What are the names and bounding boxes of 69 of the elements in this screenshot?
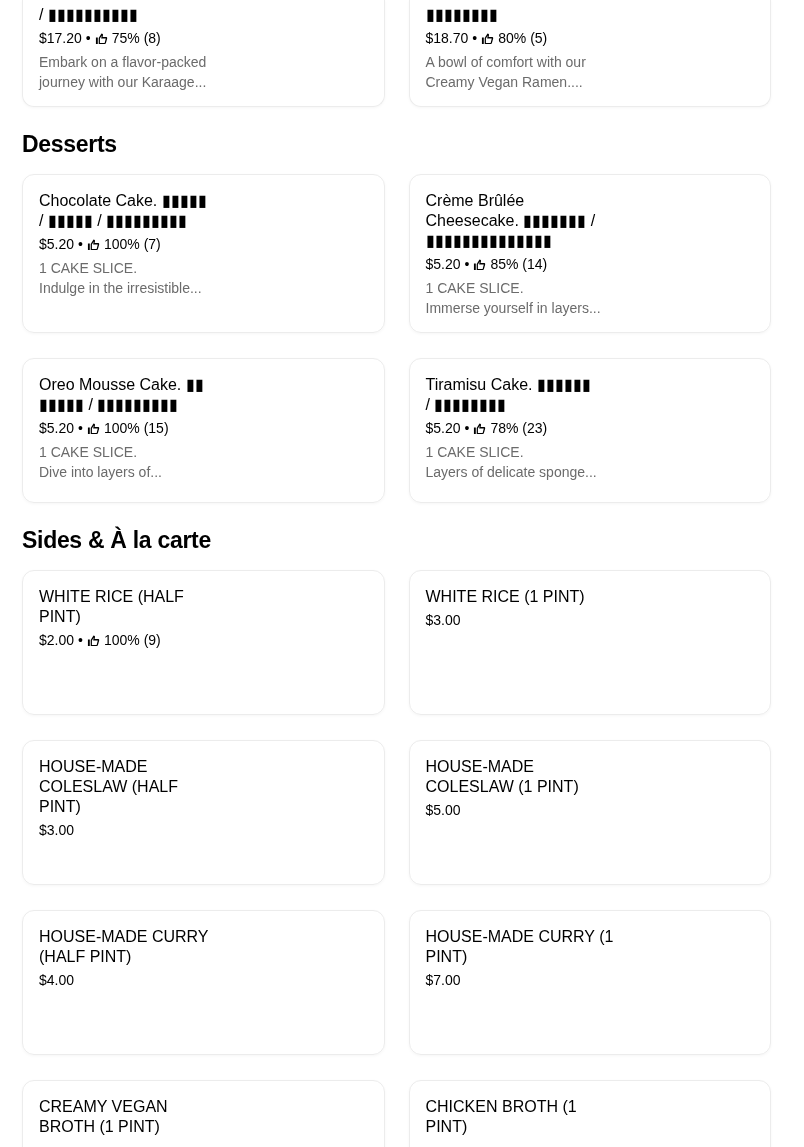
thumbs-up-icon: [86, 237, 100, 251]
menu-item-card[interactable]: Crème Brûlée Cheesecake. ▮▮▮▮▮▮▮ / ▮▮▮▮▮▮▮▮▮▮▮▮▮▮ $5.20 • 85% (14) 1 CAKE SLICE. Immerse yourself in layers...: [408, 174, 771, 333]
thumbs-up-icon: [94, 31, 108, 45]
menu-item-card[interactable]: HOUSE-MADE CURRY (HALF PINT) $4.00: [22, 910, 385, 1055]
menu-item-card[interactable]: WHITE RICE (1 PINT) $3.00: [408, 570, 771, 715]
menu-item-card[interactable]: CHICKEN BROTH (1 PINT): [408, 1080, 771, 1147]
item-title: HOUSE-MADE CURRY (1 PINT): [425, 927, 615, 967]
separator-dot: •: [464, 255, 470, 274]
separator-dot: •: [78, 235, 83, 254]
item-title: CHICKEN BROTH (1 PINT): [425, 1097, 578, 1137]
item-price: $5.20: [39, 419, 75, 438]
item-rating: 85% (14): [490, 255, 548, 274]
menu-item-card[interactable]: / ▮▮▮▮▮▮▮▮▮▮ $17.20 • 75% (8) Embark on a flavor-packed journey with our Karaage...: [22, 0, 385, 107]
menu-item-card[interactable]: HOUSE-MADE COLESLAW (HALF PINT) $3.00: [22, 740, 385, 885]
item-title: Crème Brûlée Cheesecake. ▮▮▮▮▮▮▮ / ▮▮▮▮▮▮▮▮▮▮▮▮▮▮: [425, 191, 597, 251]
item-title: CREAMY VEGAN BROTH (1 PINT): [39, 1097, 169, 1137]
item-title: HOUSE-MADE COLESLAW (1 PINT): [425, 757, 580, 797]
item-price: $18.70: [425, 29, 469, 48]
item-price: $3.00: [425, 611, 461, 630]
menu-item-card[interactable]: HOUSE-MADE COLESLAW (1 PINT) $5.00: [408, 740, 771, 885]
item-title: / ▮▮▮▮▮▮▮▮▮▮: [39, 5, 139, 25]
item-price: $17.20: [39, 29, 82, 48]
item-description: 1 CAKE SLICE. Indulge in the irresistible...: [39, 259, 203, 298]
item-title: HOUSE-MADE CURRY (HALF PINT): [39, 927, 210, 967]
item-title: Chocolate Cake. ▮▮▮▮▮ / ▮▮▮▮▮ / ▮▮▮▮▮▮▮▮▮: [39, 191, 208, 231]
item-price: $4.00: [39, 971, 75, 990]
item-rating: 100% (7): [103, 235, 161, 254]
thumbs-up-icon: [473, 257, 487, 271]
item-rating: 80% (5): [498, 29, 548, 48]
menu-item-card[interactable]: Tiramisu Cake. ▮▮▮▮▮▮ / ▮▮▮▮▮▮▮▮ $5.20 • 78% (23) 1 CAKE SLICE. Layers of delicate sponge...: [408, 358, 771, 503]
section-heading: Desserts: [22, 131, 118, 158]
item-title: WHITE RICE (HALF PINT): [39, 587, 185, 627]
item-price: $5.20: [39, 235, 75, 254]
item-rating: 78% (23): [490, 419, 548, 438]
thumbs-up-icon: [473, 421, 487, 435]
item-price: $5.20: [425, 255, 461, 274]
item-description: 1 CAKE SLICE. Immerse yourself in layers...: [425, 279, 602, 318]
menu-item-card[interactable]: CREAMY VEGAN BROTH (1 PINT): [22, 1080, 385, 1147]
item-price: $3.00: [39, 821, 75, 840]
item-price: $7.00: [425, 971, 461, 990]
item-rating: 75% (8): [111, 29, 161, 48]
item-rating: 100% (15): [103, 419, 169, 438]
item-title: HOUSE-MADE COLESLAW (HALF PINT): [39, 757, 179, 817]
item-title: Oreo Mousse Cake. ▮▮ ▮▮▮▮▮ / ▮▮▮▮▮▮▮▮▮: [39, 375, 205, 415]
separator-dot: •: [472, 29, 478, 48]
item-price: $5.00: [425, 801, 461, 820]
menu-item-card[interactable]: HOUSE-MADE CURRY (1 PINT) $7.00: [408, 910, 771, 1055]
separator-dot: •: [464, 419, 470, 438]
item-description: 1 CAKE SLICE. Dive into layers of...: [39, 443, 163, 482]
separator-dot: •: [78, 419, 83, 438]
thumbs-up-icon: [86, 421, 100, 435]
menu-item-card[interactable]: WHITE RICE (HALF PINT) $2.00 • 100% (9): [22, 570, 385, 715]
thumbs-up-icon: [86, 633, 100, 647]
separator-dot: •: [85, 29, 91, 48]
item-title: WHITE RICE (1 PINT): [425, 587, 586, 607]
item-title: Tiramisu Cake. ▮▮▮▮▮▮ / ▮▮▮▮▮▮▮▮: [425, 375, 592, 415]
menu-item-card[interactable]: Oreo Mousse Cake. ▮▮ ▮▮▮▮▮ / ▮▮▮▮▮▮▮▮▮ $5.20 • 100% (15) 1 CAKE SLICE. Dive into layers of...: [22, 358, 385, 503]
menu-item-card[interactable]: Chocolate Cake. ▮▮▮▮▮ / ▮▮▮▮▮ / ▮▮▮▮▮▮▮▮▮ $5.20 • 100% (7) 1 CAKE SLICE. Indulge in the irresistible...: [22, 174, 385, 333]
item-description: 1 CAKE SLICE. Layers of delicate sponge...: [425, 443, 598, 482]
thumbs-up-icon: [481, 31, 495, 45]
section-heading: Sides & À la carte: [22, 527, 212, 554]
item-price: $2.00: [39, 631, 75, 650]
item-title: ▮▮▮▮▮▮▮▮: [425, 5, 499, 25]
item-rating: 100% (9): [103, 631, 161, 650]
item-description: A bowl of comfort with our Creamy Vegan Ramen....: [425, 53, 587, 92]
separator-dot: •: [78, 631, 83, 650]
item-price: $5.20: [425, 419, 461, 438]
item-description: Embark on a flavor-packed journey with our Karaage...: [39, 53, 208, 92]
menu-item-card[interactable]: ▮▮▮▮▮▮▮▮ $18.70 • 80% (5) A bowl of comfort with our Creamy Vegan Ramen....: [408, 0, 771, 107]
